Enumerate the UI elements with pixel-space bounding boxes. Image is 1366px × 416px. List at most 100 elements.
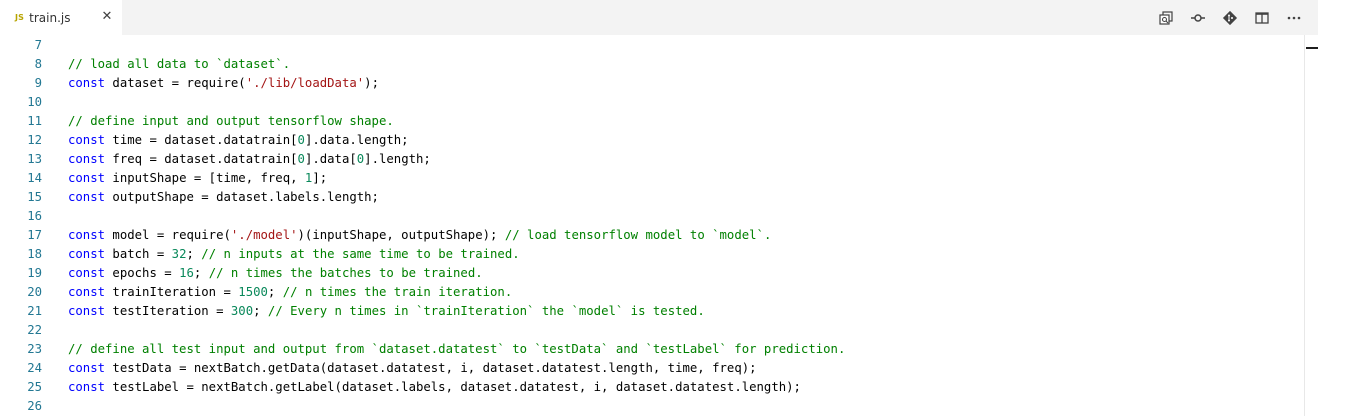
line-code: const outputShape = dataset.labels.lengt…	[68, 188, 379, 207]
comment-token: // Every n times in `trainIteration` the…	[267, 304, 705, 318]
line-number: 19	[27, 266, 42, 280]
line-code: const testLabel = nextBatch.getLabel(dat…	[68, 378, 801, 397]
editor-toolbar	[1158, 0, 1318, 35]
keyword-token: const	[68, 266, 106, 280]
number-token: 1500	[238, 285, 268, 299]
line-number: 24	[27, 361, 42, 375]
line-code: const model = require('./model')(inputSh…	[68, 226, 771, 245]
number-token: 16	[179, 266, 194, 280]
keyword-token: const	[68, 228, 106, 242]
line-code: // define input and output tensorflow sh…	[68, 112, 394, 131]
code-token: freq = dataset.datatrain[	[105, 152, 298, 166]
code-token: batch =	[105, 247, 172, 261]
close-icon[interactable]: ✕	[100, 10, 114, 24]
comment-token: // load all data to `dataset`.	[68, 57, 291, 71]
code-line[interactable]: 26	[0, 397, 1304, 416]
line-number: 14	[27, 171, 42, 185]
code-line[interactable]: 23 // define all test input and output fr…	[0, 340, 1304, 359]
line-number: 25	[27, 380, 42, 394]
code-token: ].data.length;	[304, 133, 409, 147]
code-line[interactable]: 11 // define input and output tensorflow …	[0, 112, 1304, 131]
number-token: 300	[230, 304, 254, 318]
line-code: // define all test input and output from…	[68, 340, 845, 359]
number-token: 32	[171, 247, 187, 261]
line-code: // load all data to `dataset`.	[68, 55, 290, 74]
keyword-token: const	[68, 171, 106, 185]
code-line[interactable]: 10	[0, 93, 1304, 112]
keyword-token: const	[68, 304, 106, 318]
line-number: 13	[27, 152, 42, 166]
code-line[interactable]: 15 const outputShape = dataset.labels.len…	[0, 188, 1304, 207]
code-token: ].length;	[364, 152, 431, 166]
code-token: time = dataset.datatrain[	[105, 133, 298, 147]
keyword-token: const	[68, 152, 106, 166]
keyword-token: const	[68, 133, 106, 147]
code-line[interactable]: 24 const testData = nextBatch.getData(dat…	[0, 359, 1304, 378]
code-line[interactable]: 13 const freq = dataset.datatrain[0].data…	[0, 150, 1304, 169]
code-line[interactable]: 25 const testLabel = nextBatch.getLabel(d…	[0, 378, 1304, 397]
line-number: 15	[27, 190, 42, 204]
split-editor-icon[interactable]	[1254, 10, 1270, 26]
more-actions-icon[interactable]	[1286, 10, 1302, 26]
open-changes-icon[interactable]	[1158, 10, 1174, 26]
line-number: 18	[27, 247, 42, 261]
code-line[interactable]: 14 const inputShape = [time, freq, 1];	[0, 169, 1304, 188]
code-line[interactable]: 7	[0, 36, 1304, 55]
line-number: 16	[27, 209, 42, 223]
code-token: outputShape = dataset.labels.length;	[105, 190, 379, 204]
line-code: const testIteration = 300; // Every n ti…	[68, 302, 705, 321]
line-number: 23	[27, 342, 42, 356]
code-line[interactable]: 18 const batch = 32; // n inputs at the s…	[0, 245, 1304, 264]
code-line[interactable]: 9 const dataset = require('./lib/loadData…	[0, 74, 1304, 93]
comment-token: // define all test input and output from…	[68, 342, 846, 356]
code-line[interactable]: 19 const epochs = 16; // n times the batc…	[0, 264, 1304, 283]
line-number: 8	[34, 57, 42, 71]
git-compare-icon[interactable]	[1222, 10, 1238, 26]
comment-token: // n inputs at the same time to be train…	[201, 247, 520, 261]
code-editor[interactable]: 7 8 // load all data to `dataset`. 9 const d…	[0, 35, 1304, 416]
code-token: testData = nextBatch.getData(dataset.dat…	[105, 361, 757, 375]
keyword-token: const	[68, 380, 106, 394]
code-token: testIteration =	[105, 304, 231, 318]
keyword-token: const	[68, 190, 106, 204]
code-line[interactable]: 17 const model = require('./model')(input…	[0, 226, 1304, 245]
code-token: epochs =	[105, 266, 180, 280]
line-code: const inputShape = [time, freq, 1];	[68, 169, 327, 188]
code-line[interactable]: 16	[0, 207, 1304, 226]
code-token: ;	[253, 304, 268, 318]
comment-token: // load tensorflow model to `model`.	[504, 228, 772, 242]
code-token: model = require(	[105, 228, 231, 242]
cursor-overview-marker	[1306, 47, 1318, 49]
javascript-file-icon: JS	[15, 13, 25, 22]
code-line[interactable]: 8 // load all data to `dataset`.	[0, 55, 1304, 74]
toggle-inline-diff-icon[interactable]	[1190, 10, 1206, 26]
code-line[interactable]: 20 const trainIteration = 1500; // n time…	[0, 283, 1304, 302]
comment-token: // n times the batches to be trained.	[208, 266, 483, 280]
code-token: trainIteration =	[105, 285, 239, 299]
string-token: './lib/loadData'	[245, 76, 365, 90]
line-number: 22	[27, 323, 42, 337]
line-code: const testData = nextBatch.getData(datas…	[68, 359, 757, 378]
tab-bar: JS train.js ✕	[0, 0, 1318, 35]
code-line[interactable]: 12 const time = dataset.datatrain[0].data…	[0, 131, 1304, 150]
line-code: const epochs = 16; // n times the batche…	[68, 264, 483, 283]
line-number: 20	[27, 285, 42, 299]
string-token: './model'	[230, 228, 298, 242]
code-token: ];	[312, 171, 328, 185]
number-token: 0	[297, 152, 305, 166]
line-code: const time = dataset.datatrain[0].data.l…	[68, 131, 409, 150]
vertical-scrollbar[interactable]	[1304, 35, 1318, 416]
code-token: inputShape = [time, freq,	[105, 171, 305, 185]
code-token: ;	[193, 266, 209, 280]
tab-train-js[interactable]: JS train.js ✕	[0, 0, 122, 35]
line-number: 11	[27, 114, 42, 128]
code-line[interactable]: 22	[0, 321, 1304, 340]
line-code: const batch = 32; // n inputs at the sam…	[68, 245, 520, 264]
code-line[interactable]: 21 const testIteration = 300; // Every n …	[0, 302, 1304, 321]
keyword-token: const	[68, 361, 106, 375]
code-token: )(inputShape, outputShape);	[297, 228, 505, 242]
line-number: 21	[27, 304, 42, 318]
line-number: 10	[27, 95, 42, 109]
line-number: 7	[34, 38, 42, 52]
line-code: const trainIteration = 1500; // n times …	[68, 283, 512, 302]
